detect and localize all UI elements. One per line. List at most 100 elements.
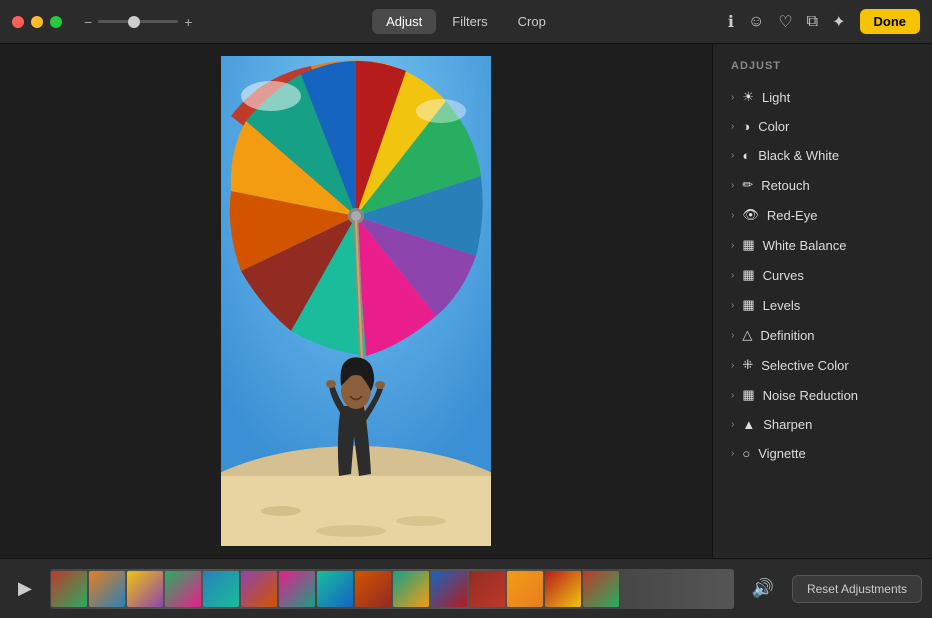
play-button[interactable]: ▶	[10, 574, 40, 603]
color-label: Color	[758, 119, 789, 134]
zoom-plus-icon: +	[184, 14, 192, 30]
zoom-minus-icon: −	[84, 14, 92, 30]
zoom-slider[interactable]: − +	[84, 14, 192, 30]
chevron-icon: ›	[731, 121, 734, 132]
chevron-icon: ›	[731, 92, 734, 103]
close-button[interactable]	[12, 16, 24, 28]
adjust-item-color[interactable]: › ◑ Color	[713, 112, 932, 141]
main-content: ADJUST › ☀ Light › ◑ Color › ◐ Black & White › ✏ Re…	[0, 44, 932, 558]
filmstrip-frame	[165, 571, 201, 607]
definition-label: Definition	[760, 328, 814, 343]
light-icon: ☀	[742, 89, 754, 105]
bw-label: Black & White	[758, 148, 839, 163]
filmstrip-frame	[203, 571, 239, 607]
adjust-item-whitebalance[interactable]: › ▦ White Balance	[713, 230, 932, 260]
chevron-icon: ›	[731, 180, 734, 191]
adjust-item-sharpen[interactable]: › ▲ Sharpen	[713, 410, 932, 439]
selectivecolor-icon: ⁜	[742, 357, 753, 373]
adjust-items-list: › ☀ Light › ◑ Color › ◐ Black & White › ✏ Retouch › 👁…	[713, 82, 932, 468]
whitebalance-icon: ▦	[742, 237, 754, 253]
retouch-icon: ✏	[742, 177, 753, 193]
photo-area	[0, 44, 712, 558]
adjust-item-levels[interactable]: › ▦ Levels	[713, 290, 932, 320]
copy-icon[interactable]: ⧉	[807, 13, 818, 31]
adjust-item-redeye[interactable]: › 👁 Red-Eye	[713, 200, 932, 230]
minimize-button[interactable]	[31, 16, 43, 28]
adjust-item-noisereduction[interactable]: › ▦ Noise Reduction	[713, 380, 932, 410]
chevron-icon: ›	[731, 330, 734, 341]
noisereduction-icon: ▦	[742, 387, 754, 403]
titlebar: − + Adjust Filters Crop ℹ ☺ ♡ ⧉ ✦ Done	[0, 0, 932, 44]
chevron-icon: ›	[731, 150, 734, 161]
curves-label: Curves	[763, 268, 804, 283]
heart-icon[interactable]: ♡	[778, 12, 792, 32]
color-icon: ◑	[742, 119, 750, 134]
adjust-item-bw[interactable]: › ◐ Black & White	[713, 141, 932, 170]
levels-icon: ▦	[742, 297, 754, 313]
vignette-icon: ○	[742, 446, 750, 461]
filmstrip-frame	[355, 571, 391, 607]
filmstrip-frame	[469, 571, 505, 607]
adjust-panel: ADJUST › ☀ Light › ◑ Color › ◐ Black & White › ✏ Re…	[712, 44, 932, 558]
chevron-icon: ›	[731, 210, 734, 221]
filters-tab[interactable]: Filters	[438, 9, 501, 34]
crop-tab[interactable]: Crop	[504, 9, 560, 34]
photo-frame	[221, 56, 491, 546]
volume-button[interactable]: 🔊	[744, 574, 782, 603]
maximize-button[interactable]	[50, 16, 62, 28]
adjust-item-retouch[interactable]: › ✏ Retouch	[713, 170, 932, 200]
done-button[interactable]: Done	[860, 9, 921, 34]
definition-icon: △	[742, 327, 752, 343]
retouch-label: Retouch	[761, 178, 809, 193]
selectivecolor-label: Selective Color	[761, 358, 848, 373]
filmstrip[interactable]	[50, 569, 734, 609]
chevron-icon: ›	[731, 240, 734, 251]
sharpen-label: Sharpen	[763, 417, 812, 432]
redeye-icon: 👁	[742, 207, 759, 223]
filmstrip-frame	[507, 571, 543, 607]
bw-icon: ◐	[742, 148, 750, 163]
sharpen-icon: ▲	[742, 417, 755, 432]
adjust-item-vignette[interactable]: › ○ Vignette	[713, 439, 932, 468]
slider-track[interactable]	[98, 20, 178, 23]
chevron-icon: ›	[731, 390, 734, 401]
chevron-icon: ›	[731, 300, 734, 311]
magic-icon[interactable]: ✦	[832, 12, 845, 32]
filmstrip-frame	[51, 571, 87, 607]
bottom-bar: ▶ 🔊 Reset Adjustments	[0, 558, 932, 618]
reset-adjustments-button[interactable]: Reset Adjustments	[792, 575, 922, 603]
info-icon[interactable]: ℹ	[728, 12, 734, 32]
face-icon[interactable]: ☺	[748, 13, 764, 31]
toolbar-center: Adjust Filters Crop	[372, 9, 560, 34]
adjust-item-light[interactable]: › ☀ Light	[713, 82, 932, 112]
adjust-item-definition[interactable]: › △ Definition	[713, 320, 932, 350]
whitebalance-label: White Balance	[763, 238, 847, 253]
adjust-item-selectivecolor[interactable]: › ⁜ Selective Color	[713, 350, 932, 380]
levels-label: Levels	[763, 298, 801, 313]
filmstrip-inner	[50, 569, 734, 609]
traffic-lights	[12, 16, 62, 28]
panel-title: ADJUST	[713, 54, 932, 82]
filmstrip-frame	[89, 571, 125, 607]
noisereduction-label: Noise Reduction	[763, 388, 858, 403]
vignette-label: Vignette	[758, 446, 805, 461]
filmstrip-frame	[545, 571, 581, 607]
filmstrip-frame	[317, 571, 353, 607]
filmstrip-frame	[241, 571, 277, 607]
filmstrip-frame	[393, 571, 429, 607]
chevron-icon: ›	[731, 360, 734, 371]
filmstrip-frame	[431, 571, 467, 607]
filmstrip-frame	[279, 571, 315, 607]
adjust-tab[interactable]: Adjust	[372, 9, 436, 34]
chevron-icon: ›	[731, 270, 734, 281]
chevron-icon: ›	[731, 448, 734, 459]
light-label: Light	[762, 90, 790, 105]
filmstrip-frame	[127, 571, 163, 607]
toolbar-right: ℹ ☺ ♡ ⧉ ✦ Done	[728, 9, 920, 34]
filmstrip-frame	[583, 571, 619, 607]
chevron-icon: ›	[731, 419, 734, 430]
curves-icon: ▦	[742, 267, 754, 283]
redeye-label: Red-Eye	[767, 208, 818, 223]
adjust-item-curves[interactable]: › ▦ Curves	[713, 260, 932, 290]
slider-thumb[interactable]	[128, 16, 140, 28]
